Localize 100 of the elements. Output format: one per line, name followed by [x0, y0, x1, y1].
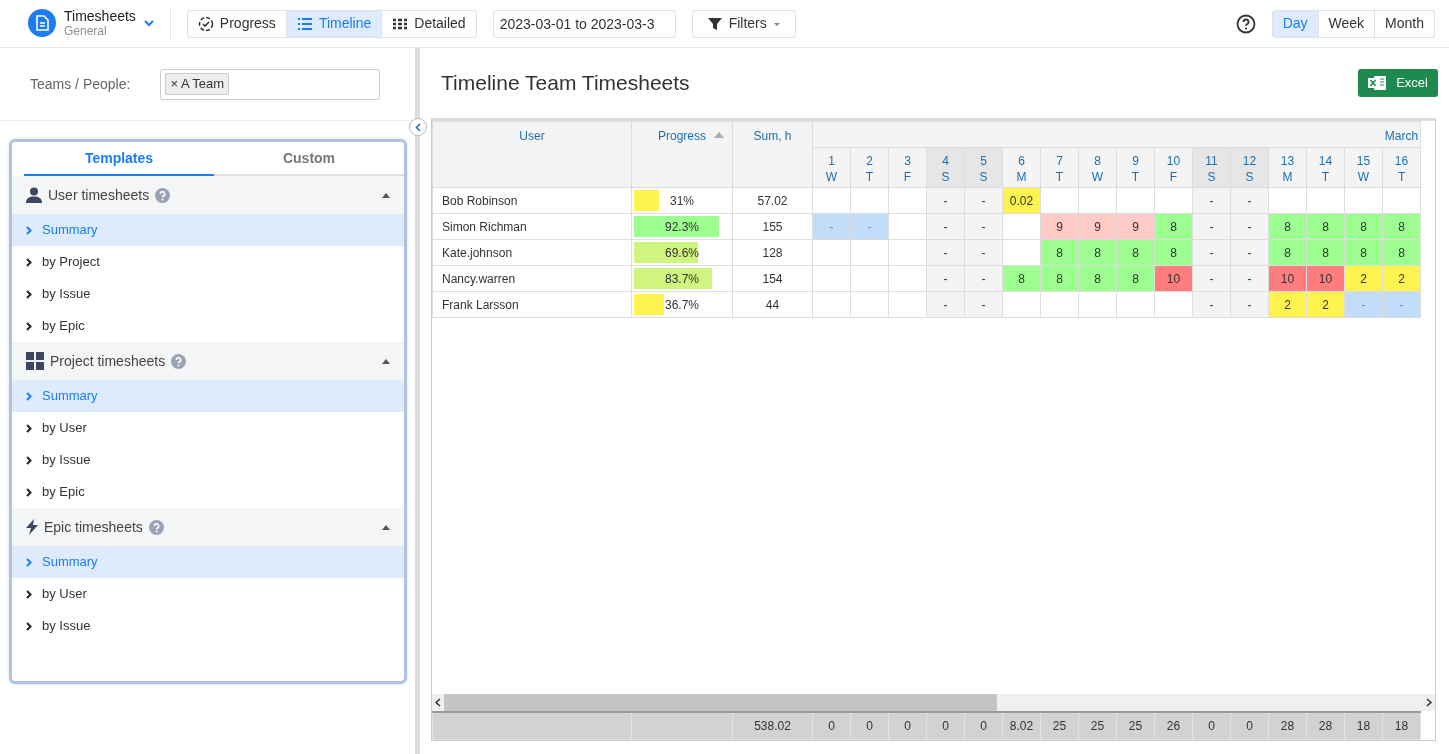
day-header: 11 S [1192, 147, 1231, 188]
view-tab[interactable]: Detailed [382, 9, 477, 38]
day-total: 28 [1268, 711, 1307, 740]
section-header[interactable]: Epic timesheets [12, 508, 404, 546]
template-item[interactable]: by Issue [12, 278, 404, 310]
user-name: Simon Richman [432, 213, 632, 240]
scrollbar-thumb[interactable] [444, 693, 997, 711]
template-item[interactable]: by Epic [12, 476, 404, 508]
team-tag: × A Team [165, 73, 229, 95]
column-header[interactable]: Progress [631, 121, 733, 188]
day-header: 4 S [926, 147, 965, 188]
day-header: 7 T [1040, 147, 1079, 188]
help-icon[interactable] [1235, 13, 1256, 34]
list-icon [296, 15, 313, 32]
day-header: 13 M [1268, 147, 1307, 188]
report-title: Timeline Team Timesheets [441, 70, 690, 97]
day-cell [1116, 187, 1155, 214]
day-header: 6 M [1002, 147, 1041, 188]
help-icon [148, 519, 164, 535]
day-total: 8.02 [1002, 711, 1041, 740]
filters-button[interactable]: Filters [691, 9, 796, 38]
day-cell [1344, 187, 1383, 214]
day-total: 25 [1040, 711, 1079, 740]
collapse-button[interactable] [409, 118, 427, 136]
template-item[interactable]: by Project [12, 246, 404, 278]
app-logo-icon [28, 9, 56, 38]
sum-cell: 44 [732, 291, 813, 318]
day-cell [1306, 187, 1345, 214]
date-range-field[interactable]: 2023-03-01 to 2023-03-3 [492, 9, 676, 38]
progress-value: 36.7% [665, 297, 699, 312]
chevron-left-icon [415, 122, 421, 132]
template-item[interactable]: by Epic [12, 310, 404, 342]
day-header: 15 W [1344, 147, 1383, 188]
lightning-icon [26, 519, 38, 535]
horizontal-scrollbar[interactable] [432, 693, 1435, 711]
chevron-right-icon [26, 423, 32, 433]
day-total: 0 [888, 711, 927, 740]
month-header: March [812, 121, 1421, 148]
app-subtitle: General [64, 24, 108, 38]
spreadsheet-icon [1368, 75, 1387, 91]
day-cell [1154, 291, 1193, 318]
sum-cell: 154 [732, 265, 813, 292]
day-total: 0 [850, 711, 889, 740]
view-tab[interactable]: Progress [186, 9, 287, 38]
user-name: Frank Larsson [432, 291, 632, 318]
day-cell [1078, 291, 1117, 318]
day-cell [888, 265, 927, 292]
sort-up-icon [714, 132, 724, 138]
user-name: Kate.johnson [432, 239, 632, 266]
day-total: 25 [1078, 711, 1117, 740]
user-name: Bob Robinson [432, 187, 632, 214]
progress-value: 31% [670, 193, 694, 208]
chevron-right-icon [26, 621, 32, 631]
teams-field[interactable]: × A Team [160, 68, 381, 100]
day-total: 18 [1382, 711, 1421, 740]
day-cell [1382, 187, 1421, 214]
template-item[interactable]: by User [12, 412, 404, 444]
help-icon [171, 353, 187, 369]
total-sum: 538.02 [732, 711, 813, 740]
day-total: 0 [812, 711, 851, 740]
chevron-right-icon [26, 455, 32, 465]
day-cell [812, 291, 851, 318]
user-name: Nancy.warren [432, 265, 632, 292]
day-cell [850, 291, 889, 318]
remove-tag-button[interactable]: × [170, 76, 178, 92]
progress-value: 92.3% [665, 219, 699, 234]
day-cell [812, 187, 851, 214]
period-tab[interactable]: Week [1318, 9, 1376, 38]
day-cell [1078, 187, 1117, 214]
day-header: 2 T [850, 147, 889, 188]
day-header: 10 F [1154, 147, 1193, 188]
teams-label: Teams / People: [30, 74, 131, 94]
day-cell [888, 187, 927, 214]
section-title: User timesheets [48, 185, 150, 205]
sum-cell: 57.02 [732, 187, 813, 214]
chevron-right-icon [26, 589, 32, 599]
excel-export-button[interactable]: Excel [1358, 69, 1438, 97]
day-cell [888, 291, 927, 318]
template-item[interactable]: by User [12, 578, 404, 610]
chevron-right-icon [26, 487, 32, 497]
chevron-right-icon [26, 391, 32, 401]
template-item[interactable]: by Issue [12, 444, 404, 476]
day-cell [1268, 187, 1307, 214]
day-total: 25 [1116, 711, 1155, 740]
column-header[interactable]: User [432, 121, 632, 188]
column-header[interactable]: Sum, h [732, 121, 813, 188]
period-tab[interactable]: Month [1375, 9, 1435, 38]
person-icon [26, 187, 42, 203]
template-item[interactable]: by Issue [12, 610, 404, 642]
day-cell [850, 239, 889, 266]
sum-cell: 155 [732, 213, 813, 240]
day-header: 9 T [1116, 147, 1155, 188]
app-title: Timesheets [64, 9, 136, 25]
section-header[interactable]: User timesheets [12, 176, 404, 214]
section-header[interactable]: Project timesheets [12, 342, 404, 380]
help-icon [155, 187, 171, 203]
day-total: 18 [1344, 711, 1383, 740]
chevron-down-icon[interactable] [143, 19, 154, 28]
day-total: 0 [1230, 711, 1269, 740]
day-header: 8 W [1078, 147, 1117, 188]
